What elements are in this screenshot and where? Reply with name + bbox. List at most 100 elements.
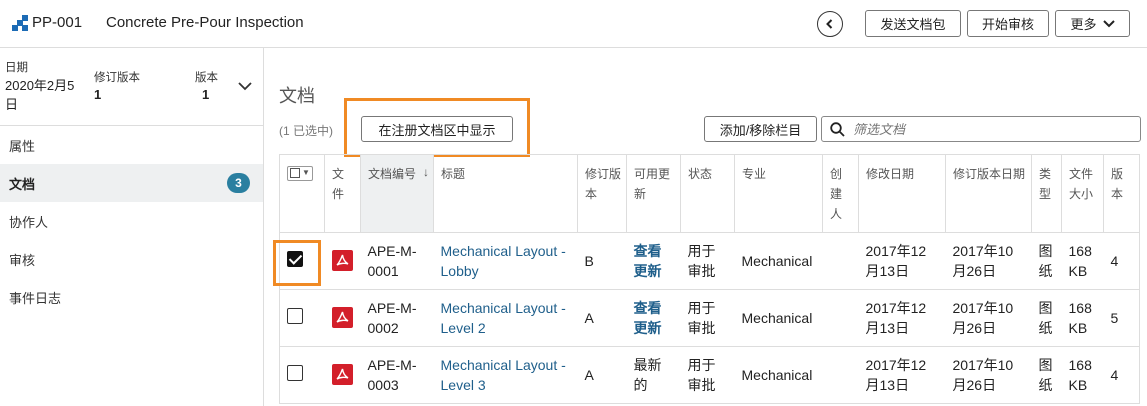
date-label: 日期 — [5, 62, 28, 74]
title-link[interactable]: Mechanical Layout - Level 3 — [433, 346, 578, 404]
back-button[interactable] — [817, 11, 843, 37]
logo-icon — [12, 15, 28, 31]
column-header[interactable]: 文件大小 — [1061, 154, 1104, 233]
package-meta: 日期 2020年2月5日 修订版本 1 版本 1 — [0, 48, 263, 126]
documents-table: ▼ 文件 文档编号 ↓ 标题 修订版本 可用更新 状态 专业 创建人 修改日期 … — [279, 154, 1140, 404]
start-review-button[interactable]: 开始审核 — [967, 10, 1049, 37]
pdf-icon[interactable] — [331, 307, 353, 328]
type-cell: 图纸 — [1031, 346, 1062, 404]
status-cell: 用于审批 — [680, 232, 735, 290]
more-label: 更多 — [1070, 17, 1097, 32]
version-cell: 4 — [1103, 346, 1140, 404]
selected-count: (1 已选中) — [279, 124, 334, 138]
show-in-register-button[interactable]: 在注册文档区中显示 — [361, 116, 513, 142]
status-cell: 用于审批 — [680, 289, 735, 347]
back-icon — [826, 19, 833, 29]
version-value: 1 — [202, 87, 210, 102]
revision-date-cell: 2017年10月26日 — [945, 346, 1032, 404]
creator-cell — [822, 232, 859, 290]
sidebar-item-reviews[interactable]: 审核 — [0, 240, 263, 278]
top-header: PP-001 Concrete Pre-Pour Inspection 发送文档… — [0, 0, 1147, 48]
file-cell[interactable] — [324, 232, 361, 290]
size-cell: 168 KB — [1061, 232, 1104, 290]
doc-no-cell: APE-M-0001 — [360, 232, 434, 290]
title-link[interactable]: Mechanical Layout - Lobby — [433, 232, 578, 290]
type-cell: 图纸 — [1031, 232, 1062, 290]
modified-date-cell: 2017年12月13日 — [858, 346, 946, 404]
title-link[interactable]: Mechanical Layout - Level 2 — [433, 289, 578, 347]
discipline-cell: Mechanical — [734, 346, 823, 404]
pdf-icon[interactable] — [331, 250, 353, 271]
column-header[interactable]: 创建人 — [822, 154, 859, 233]
column-header[interactable]: 标题 — [433, 154, 578, 233]
table-row[interactable]: APE-M-0002 Mechanical Layout - Level 2 A… — [279, 289, 1140, 347]
view-update-link[interactable]: 查看更新 — [626, 232, 681, 290]
column-header[interactable]: 修订版本 — [577, 154, 627, 233]
revision-cell: B — [577, 232, 627, 290]
view-update-link[interactable]: 查看更新 — [626, 289, 681, 347]
status-cell: 用于审批 — [680, 346, 735, 404]
row-select-cell[interactable] — [279, 346, 325, 404]
column-header[interactable]: 修改日期 — [858, 154, 946, 233]
package-title: Concrete Pre-Pour Inspection — [106, 14, 304, 31]
discipline-cell: Mechanical — [734, 232, 823, 290]
sidebar-item-label: 文档 — [9, 176, 36, 192]
date-value: 2020年2月5日 — [5, 78, 75, 112]
sidebar-item-label: 事件日志 — [9, 290, 62, 306]
select-all-checkbox[interactable]: ▼ — [287, 165, 313, 181]
row-checkbox[interactable] — [287, 364, 303, 381]
file-cell[interactable] — [324, 289, 361, 347]
column-header-label: 文档编号 — [368, 167, 417, 181]
modified-date-cell: 2017年12月13日 — [858, 232, 946, 290]
column-header[interactable]: 版本 — [1103, 154, 1140, 233]
column-header-doc-no[interactable]: 文档编号 ↓ — [360, 154, 434, 233]
pdf-icon[interactable] — [331, 364, 353, 385]
size-cell: 168 KB — [1061, 289, 1104, 347]
column-header[interactable]: 状态 — [680, 154, 735, 233]
revision-cell: A — [577, 289, 627, 347]
send-package-button[interactable]: 发送文档包 — [865, 10, 961, 37]
sidebar-item-event-log[interactable]: 事件日志 — [0, 278, 263, 316]
doc-no-cell: APE-M-0003 — [360, 346, 434, 404]
file-cell[interactable] — [324, 346, 361, 404]
highlight-box — [273, 240, 321, 286]
select-all-header[interactable]: ▼ — [279, 154, 325, 233]
column-header[interactable]: 可用更新 — [626, 154, 681, 233]
modified-date-cell: 2017年12月13日 — [858, 289, 946, 347]
search-icon — [830, 121, 845, 137]
table-row[interactable]: APE-M-0001 Mechanical Layout - Lobby B 查… — [279, 232, 1140, 290]
add-remove-columns-button[interactable]: 添加/移除栏目 — [704, 116, 817, 142]
sidebar-item-documents[interactable]: 文档 3 — [0, 164, 263, 202]
sidebar-item-label: 属性 — [9, 138, 36, 154]
version-cell: 4 — [1103, 232, 1140, 290]
discipline-cell: Mechanical — [734, 289, 823, 347]
creator-cell — [822, 289, 859, 347]
filter-documents-field[interactable] — [821, 116, 1141, 142]
more-button[interactable]: 更多 — [1055, 10, 1130, 37]
revision-value: 1 — [94, 87, 102, 102]
chevron-down-icon[interactable] — [238, 82, 252, 91]
version-cell: 5 — [1103, 289, 1140, 347]
column-header[interactable]: 类型 — [1031, 154, 1062, 233]
size-cell: 168 KB — [1061, 346, 1104, 404]
column-header[interactable]: 修订版本日期 — [945, 154, 1032, 233]
revision-date-cell: 2017年10月26日 — [945, 232, 1032, 290]
column-header[interactable]: 专业 — [734, 154, 823, 233]
package-id: PP-001 — [32, 14, 83, 31]
row-select-cell[interactable] — [279, 289, 325, 347]
sidebar-item-label: 审核 — [9, 252, 36, 268]
filter-documents-input[interactable] — [853, 121, 1133, 137]
revision-date-cell: 2017年10月26日 — [945, 289, 1032, 347]
sort-down-icon: ↓ — [423, 165, 429, 179]
sidebar-item-collaborators[interactable]: 协作人 — [0, 202, 263, 240]
row-checkbox[interactable] — [287, 307, 303, 324]
table-header-row: ▼ 文件 文档编号 ↓ 标题 修订版本 可用更新 状态 专业 创建人 修改日期 … — [279, 154, 1140, 233]
table-row[interactable]: APE-M-0003 Mechanical Layout - Level 3 A… — [279, 346, 1140, 404]
chevron-down-icon — [1102, 19, 1115, 27]
version-label: 版本 — [195, 72, 218, 84]
sidebar-item-properties[interactable]: 属性 — [0, 126, 263, 164]
column-header[interactable]: 文件 — [324, 154, 361, 233]
creator-cell — [822, 346, 859, 404]
sidebar: 日期 2020年2月5日 修订版本 1 版本 1 属性 文档 3 协作人 审核 … — [0, 48, 264, 406]
type-cell: 图纸 — [1031, 289, 1062, 347]
